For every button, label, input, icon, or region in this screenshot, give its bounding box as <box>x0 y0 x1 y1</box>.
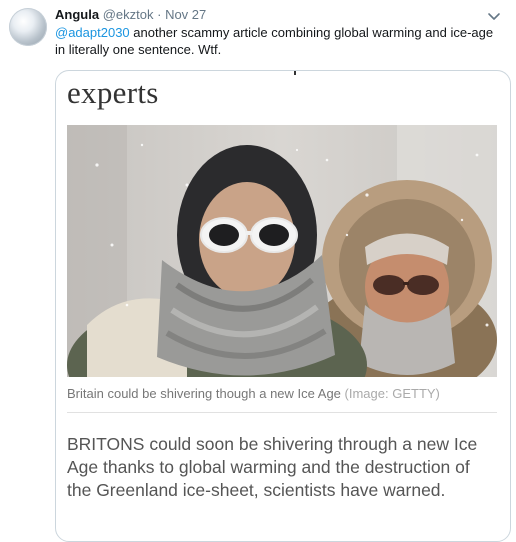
article-headline: experts <box>67 75 159 110</box>
author-name[interactable]: Angula <box>55 7 99 22</box>
divider <box>67 412 497 413</box>
mention-link[interactable]: @adapt2030 <box>55 25 130 40</box>
photo-caption: Britain could be shivering though a new … <box>67 385 440 403</box>
caption-text: Britain could be shivering though a new … <box>67 386 341 401</box>
cropped-text-fragment <box>294 71 296 75</box>
tweet-header: Angula @ekztok · Nov 27 <box>55 7 206 23</box>
article-card[interactable]: experts Britain could be shivering thoug… <box>55 70 511 542</box>
article-photo <box>67 125 497 377</box>
avatar[interactable] <box>9 8 47 46</box>
tweet-date[interactable]: Nov 27 <box>165 7 206 22</box>
article-body: BRITONS could soon be shivering through … <box>67 434 478 500</box>
chevron-down-icon[interactable] <box>486 8 502 24</box>
header-separator: · <box>157 7 162 22</box>
image-credit: (Image: GETTY) <box>344 386 440 401</box>
tweet-text: @adapt2030 another scammy article combin… <box>55 24 505 58</box>
author-handle[interactable]: @ekztok <box>103 7 154 22</box>
